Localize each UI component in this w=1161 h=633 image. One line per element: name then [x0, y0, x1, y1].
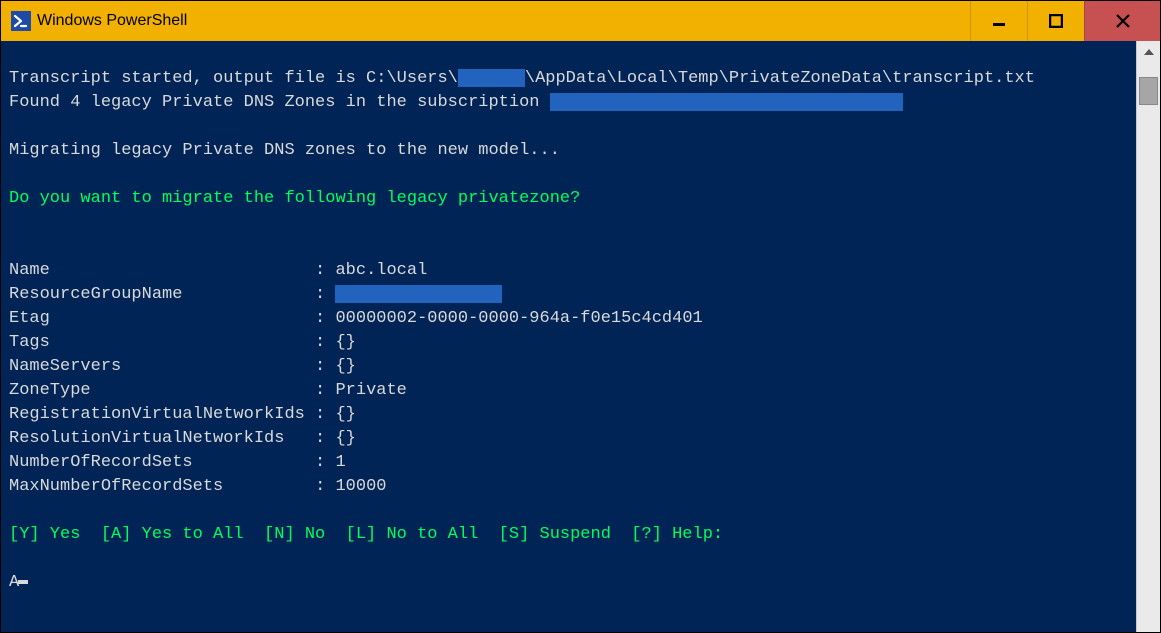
prop-value: {} — [335, 429, 355, 448]
window-title: Windows PowerShell — [37, 12, 187, 30]
prop-value: 00000002-0000-0000-964a-f0e15c4cd401 — [335, 309, 702, 328]
prop-label: NumberOfRecordSets — [9, 453, 193, 472]
scroll-thumb[interactable] — [1139, 77, 1158, 105]
prop-value: abc.local — [335, 261, 427, 280]
prop-label: ZoneType — [9, 381, 91, 400]
prop-label: Etag — [9, 309, 50, 328]
output-line: \AppData\Local\Temp\PrivateZoneData\tran… — [525, 69, 1035, 88]
prop-value: {} — [335, 357, 355, 376]
choice-prompt: [Y] Yes [A] Yes to All [N] No [L] No to … — [9, 525, 723, 544]
scroll-track[interactable] — [1137, 63, 1160, 632]
terminal-output[interactable]: Transcript started, output file is C:\Us… — [1, 41, 1136, 632]
close-button[interactable] — [1084, 1, 1160, 41]
prop-label: ResolutionVirtualNetworkIds — [9, 429, 284, 448]
output-line: Migrating legacy Private DNS zones to th… — [9, 141, 560, 160]
maximize-button[interactable] — [1027, 1, 1084, 41]
output-line: Transcript started, output file is C:\Us… — [9, 69, 458, 88]
cursor — [18, 580, 28, 584]
prop-label: Name — [9, 261, 50, 280]
prop-value: 10000 — [335, 477, 386, 496]
title-left: Windows PowerShell — [11, 11, 187, 31]
prop-label: RegistrationVirtualNetworkIds — [9, 405, 305, 424]
minimize-button[interactable] — [970, 1, 1027, 41]
prop-label: Tags — [9, 333, 50, 352]
titlebar[interactable]: Windows PowerShell — [1, 1, 1160, 41]
prop-value: 1 — [335, 453, 345, 472]
prop-value: Private — [335, 381, 406, 400]
prop-label: NameServers — [9, 357, 121, 376]
prop-label: MaxNumberOfRecordSets — [9, 477, 223, 496]
output-line: Found 4 legacy Private DNS Zones in the … — [9, 93, 550, 112]
prop-label: ResourceGroupName — [9, 285, 182, 304]
window-controls — [970, 1, 1160, 41]
redacted-subscription — [550, 93, 903, 111]
prompt-question: Do you want to migrate the following leg… — [9, 189, 580, 208]
content-area: Transcript started, output file is C:\Us… — [1, 41, 1160, 632]
powershell-icon — [11, 11, 31, 31]
prop-value: {} — [335, 405, 355, 424]
redacted-username — [458, 69, 525, 87]
powershell-window: Windows PowerShell Transcript started, o… — [0, 0, 1161, 633]
prop-value: {} — [335, 333, 355, 352]
scroll-up-button[interactable] — [1137, 41, 1160, 63]
redacted-rg — [335, 285, 502, 303]
vertical-scrollbar[interactable] — [1136, 41, 1160, 632]
